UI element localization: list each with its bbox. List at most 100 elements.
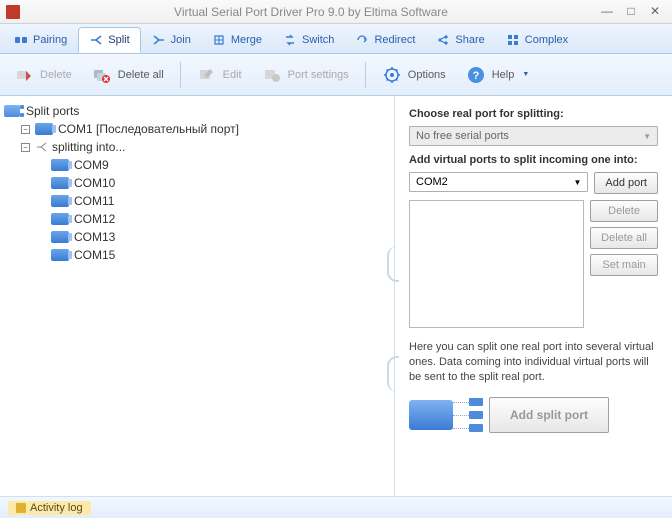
tab-share[interactable]: Share bbox=[426, 27, 494, 53]
tree-item-splitting[interactable]: − splitting into... bbox=[4, 138, 390, 156]
choose-real-port-label: Choose real port for splitting: bbox=[409, 108, 658, 120]
toolbar-label: Options bbox=[408, 69, 446, 81]
delete-all-button[interactable]: Delete all bbox=[84, 59, 172, 91]
tab-label: Merge bbox=[231, 34, 262, 46]
port-tree[interactable]: Split ports − COM1 [Последовательный порт… bbox=[0, 102, 394, 264]
button-label: Delete bbox=[608, 205, 640, 217]
virtual-ports-list[interactable] bbox=[409, 200, 584, 328]
tab-label: Pairing bbox=[33, 34, 67, 46]
status-label: Activity log bbox=[30, 502, 83, 514]
tree-root[interactable]: Split ports bbox=[4, 102, 390, 120]
toolbar-separator bbox=[180, 62, 181, 88]
toolbar-label: Port settings bbox=[288, 69, 349, 81]
toolbar-separator bbox=[365, 62, 366, 88]
split-into-icon bbox=[35, 141, 49, 153]
tab-label: Complex bbox=[525, 34, 568, 46]
tree-label: Split ports bbox=[26, 104, 79, 118]
tree-item-child[interactable]: COM10 bbox=[4, 174, 390, 192]
tab-pairing[interactable]: Pairing bbox=[4, 27, 77, 53]
split-ports-icon bbox=[4, 105, 20, 117]
real-port-combo[interactable]: No free serial ports ▼ bbox=[409, 126, 658, 146]
tab-switch[interactable]: Switch bbox=[273, 27, 344, 53]
tree-label: COM9 bbox=[74, 158, 109, 172]
port-icon bbox=[51, 213, 69, 225]
tab-label: Switch bbox=[302, 34, 334, 46]
tree-label: COM13 bbox=[74, 230, 115, 244]
combo-value: COM2 bbox=[416, 176, 448, 188]
flow-arrow-icon bbox=[387, 246, 399, 282]
maximize-button[interactable]: □ bbox=[620, 4, 642, 20]
toolbar: Delete Delete all Edit Port settings Opt… bbox=[0, 54, 672, 96]
port-icon bbox=[51, 159, 69, 171]
tree-item-child[interactable]: COM11 bbox=[4, 192, 390, 210]
minimize-button[interactable]: — bbox=[596, 4, 618, 20]
collapse-icon[interactable]: − bbox=[21, 143, 30, 152]
collapse-icon[interactable]: − bbox=[21, 125, 30, 134]
tab-label: Redirect bbox=[374, 34, 415, 46]
button-label: Add split port bbox=[510, 408, 588, 422]
tree-label: splitting into... bbox=[52, 140, 125, 154]
activity-log-button[interactable]: Activity log bbox=[8, 501, 91, 515]
delete-button[interactable]: Delete bbox=[6, 59, 80, 91]
tree-item-child[interactable]: COM15 bbox=[4, 246, 390, 264]
port-icon bbox=[51, 177, 69, 189]
tab-label: Share bbox=[455, 34, 484, 46]
hint-text: Here you can split one real port into se… bbox=[409, 340, 658, 385]
svg-text:?: ? bbox=[472, 70, 479, 82]
list-delete-all-button[interactable]: Delete all bbox=[590, 227, 658, 249]
port-icon bbox=[51, 231, 69, 243]
port-icon bbox=[35, 123, 53, 135]
set-main-button[interactable]: Set main bbox=[590, 254, 658, 276]
log-icon bbox=[16, 503, 26, 513]
tree-item-child[interactable]: COM9 bbox=[4, 156, 390, 174]
tree-item-com1[interactable]: − COM1 [Последовательный порт] bbox=[4, 120, 390, 138]
button-label: Set main bbox=[602, 259, 645, 271]
app-icon bbox=[6, 5, 20, 19]
tree-label: COM1 [Последовательный порт] bbox=[58, 122, 239, 136]
flow-arrow-icon bbox=[387, 356, 399, 392]
port-settings-button[interactable]: Port settings bbox=[254, 59, 357, 91]
titlebar: Virtual Serial Port Driver Pro 9.0 by El… bbox=[0, 0, 672, 24]
options-button[interactable]: Options bbox=[374, 59, 454, 91]
toolbar-label: Edit bbox=[223, 69, 242, 81]
main-area: Split ports − COM1 [Последовательный порт… bbox=[0, 96, 672, 496]
close-button[interactable]: ✕ bbox=[644, 4, 666, 20]
config-pane: Choose real port for splitting: No free … bbox=[395, 96, 672, 496]
port-icon bbox=[51, 195, 69, 207]
chevron-down-icon: ▼ bbox=[573, 178, 581, 187]
mode-tabs: Pairing Split Join Merge Switch Redirect… bbox=[0, 24, 672, 54]
button-label: Add port bbox=[605, 177, 647, 189]
tab-split[interactable]: Split bbox=[78, 27, 140, 53]
status-bar: Activity log bbox=[0, 496, 672, 518]
tree-pane: Split ports − COM1 [Последовательный порт… bbox=[0, 96, 395, 496]
tab-redirect[interactable]: Redirect bbox=[345, 27, 425, 53]
tab-label: Join bbox=[171, 34, 191, 46]
tab-join[interactable]: Join bbox=[142, 27, 201, 53]
tree-label: COM11 bbox=[74, 194, 114, 208]
combo-placeholder: No free serial ports bbox=[416, 130, 509, 142]
tree-item-child[interactable]: COM13 bbox=[4, 228, 390, 246]
chevron-down-icon: ▼ bbox=[643, 132, 651, 141]
list-delete-button[interactable]: Delete bbox=[590, 200, 658, 222]
tab-label: Split bbox=[108, 34, 129, 46]
window-title: Virtual Serial Port Driver Pro 9.0 by El… bbox=[28, 5, 594, 19]
button-label: Delete all bbox=[601, 232, 647, 244]
add-port-button[interactable]: Add port bbox=[594, 172, 658, 194]
split-diagram-icon bbox=[409, 400, 453, 430]
tab-merge[interactable]: Merge bbox=[202, 27, 272, 53]
edit-button[interactable]: Edit bbox=[189, 59, 250, 91]
tree-item-child[interactable]: COM12 bbox=[4, 210, 390, 228]
tree-label: COM12 bbox=[74, 212, 115, 226]
add-virtual-label: Add virtual ports to split incoming one … bbox=[409, 154, 658, 166]
tree-label: COM10 bbox=[74, 176, 115, 190]
tree-label: COM15 bbox=[74, 248, 115, 262]
port-icon bbox=[51, 249, 69, 261]
dropdown-arrow-icon: ▼ bbox=[522, 71, 529, 78]
virtual-port-combo[interactable]: COM2 ▼ bbox=[409, 172, 588, 192]
tab-complex[interactable]: Complex bbox=[496, 27, 578, 53]
toolbar-label: Delete all bbox=[118, 69, 164, 81]
toolbar-label: Delete bbox=[40, 69, 72, 81]
add-split-port-button[interactable]: Add split port bbox=[489, 397, 609, 433]
help-button[interactable]: ? Help ▼ bbox=[458, 59, 538, 91]
toolbar-label: Help bbox=[492, 69, 515, 81]
